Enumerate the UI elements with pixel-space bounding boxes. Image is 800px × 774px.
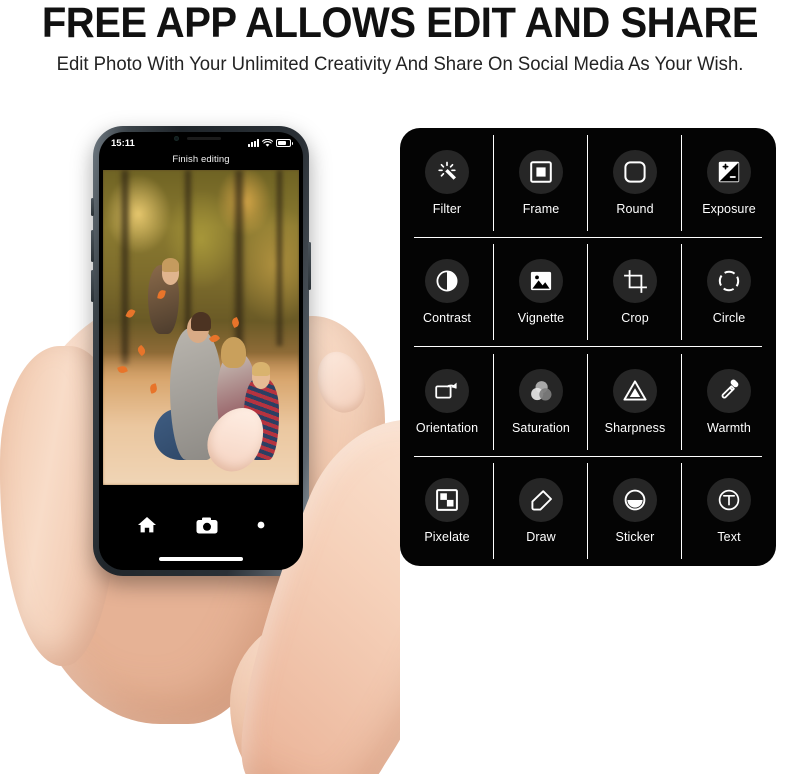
rotate-rectangle-icon: [425, 368, 469, 413]
status-time: 15:11: [111, 137, 135, 149]
home-icon[interactable]: [137, 516, 157, 534]
tool-label: Filter: [432, 201, 462, 216]
three-circles-icon: [519, 368, 563, 413]
tool-saturation[interactable]: Saturation: [494, 347, 588, 457]
tool-sticker[interactable]: Sticker: [588, 457, 682, 567]
status-bar: 15:11: [99, 132, 303, 152]
headline-block: FREE APP ALLOWS EDIT AND SHARE Edit Phot…: [0, 0, 800, 76]
tool-label: Circle: [712, 311, 746, 326]
tree-trunk: [275, 170, 285, 347]
frame-square-icon: [519, 149, 563, 194]
tool-filter[interactable]: Filter: [400, 128, 494, 238]
tool-frame[interactable]: Frame: [494, 128, 588, 238]
tool-label: Crop: [621, 311, 649, 326]
tool-text[interactable]: Text: [682, 457, 776, 567]
tool-grid: Filter Frame Round Exposure Contrast Vig…: [400, 128, 776, 566]
pen-nib-icon: [519, 478, 563, 523]
page-subtitle: Edit Photo With Your Unlimited Creativit…: [56, 53, 744, 75]
battery-icon: [276, 139, 293, 147]
magic-wand-icon: [425, 149, 469, 194]
phone-bottom-bar: [99, 508, 303, 570]
tool-label: Sharpness: [604, 420, 666, 435]
tool-label: Frame: [522, 201, 560, 216]
tool-draw[interactable]: Draw: [494, 457, 588, 567]
tool-exposure[interactable]: Exposure: [682, 128, 776, 238]
bottom-nav: [99, 516, 303, 534]
father-hair: [191, 311, 211, 331]
eyedropper-icon: [707, 368, 751, 413]
tool-circle[interactable]: Circle: [682, 238, 776, 348]
tool-label: Vignette: [517, 311, 565, 326]
mother-hair: [220, 336, 247, 369]
dot-icon[interactable]: [257, 521, 265, 529]
tool-orientation[interactable]: Orientation: [400, 347, 494, 457]
tool-label: Text: [717, 530, 741, 545]
child-lifted-hair: [161, 258, 180, 273]
tool-label: Pixelate: [424, 530, 470, 545]
tool-sharpness[interactable]: Sharpness: [588, 347, 682, 457]
tool-pixelate[interactable]: Pixelate: [400, 457, 494, 567]
rounded-square-icon: [613, 149, 657, 194]
volume-down-button[interactable]: [91, 270, 94, 302]
silent-switch[interactable]: [91, 198, 94, 216]
edited-photo: [103, 170, 299, 485]
tool-label: Draw: [526, 530, 556, 545]
wifi-icon: [262, 138, 273, 147]
tool-contrast[interactable]: Contrast: [400, 238, 494, 348]
volume-up-button[interactable]: [91, 230, 94, 262]
page-title: FREE APP ALLOWS EDIT AND SHARE: [41, 0, 759, 47]
contrast-circle-icon: [425, 259, 469, 304]
photo-image-icon: [519, 259, 563, 304]
tool-label: Round: [616, 201, 654, 216]
cellular-bars-icon: [248, 139, 259, 147]
sticker-face-icon: [613, 478, 657, 523]
tool-label: Exposure: [702, 201, 756, 216]
tool-label: Sticker: [615, 530, 655, 545]
home-indicator[interactable]: [159, 557, 243, 561]
power-button[interactable]: [308, 242, 311, 290]
hand-holding-phone-photo: 15:11 Finish editing: [0, 96, 400, 774]
camera-icon[interactable]: [196, 517, 218, 534]
tool-crop[interactable]: Crop: [588, 238, 682, 348]
tool-round[interactable]: Round: [588, 128, 682, 238]
triangle-sharpness-icon: [613, 368, 657, 413]
tool-label: Saturation: [512, 420, 570, 435]
phone-screen: 15:11 Finish editing: [99, 132, 303, 570]
child-seated-hair: [251, 362, 270, 377]
finish-editing-title: Finish editing: [172, 154, 230, 165]
tool-label: Warmth: [707, 420, 751, 435]
tool-label: Orientation: [415, 420, 479, 435]
smartphone-device: 15:11 Finish editing: [91, 126, 311, 576]
tree-trunk: [183, 170, 194, 334]
tool-vignette[interactable]: Vignette: [494, 238, 588, 348]
tree-trunk: [118, 170, 131, 366]
editing-tools-panel: Filter Frame Round Exposure Contrast Vig…: [400, 128, 776, 566]
crop-icon: [613, 259, 657, 304]
checkerboard-icon: [425, 478, 469, 523]
dashed-circle-icon: [707, 259, 751, 304]
exposure-icon: [707, 149, 751, 194]
tool-label: Contrast: [422, 311, 472, 326]
tool-warmth[interactable]: Warmth: [682, 347, 776, 457]
text-t-circle-icon: [707, 478, 751, 523]
status-indicators: [248, 138, 293, 148]
